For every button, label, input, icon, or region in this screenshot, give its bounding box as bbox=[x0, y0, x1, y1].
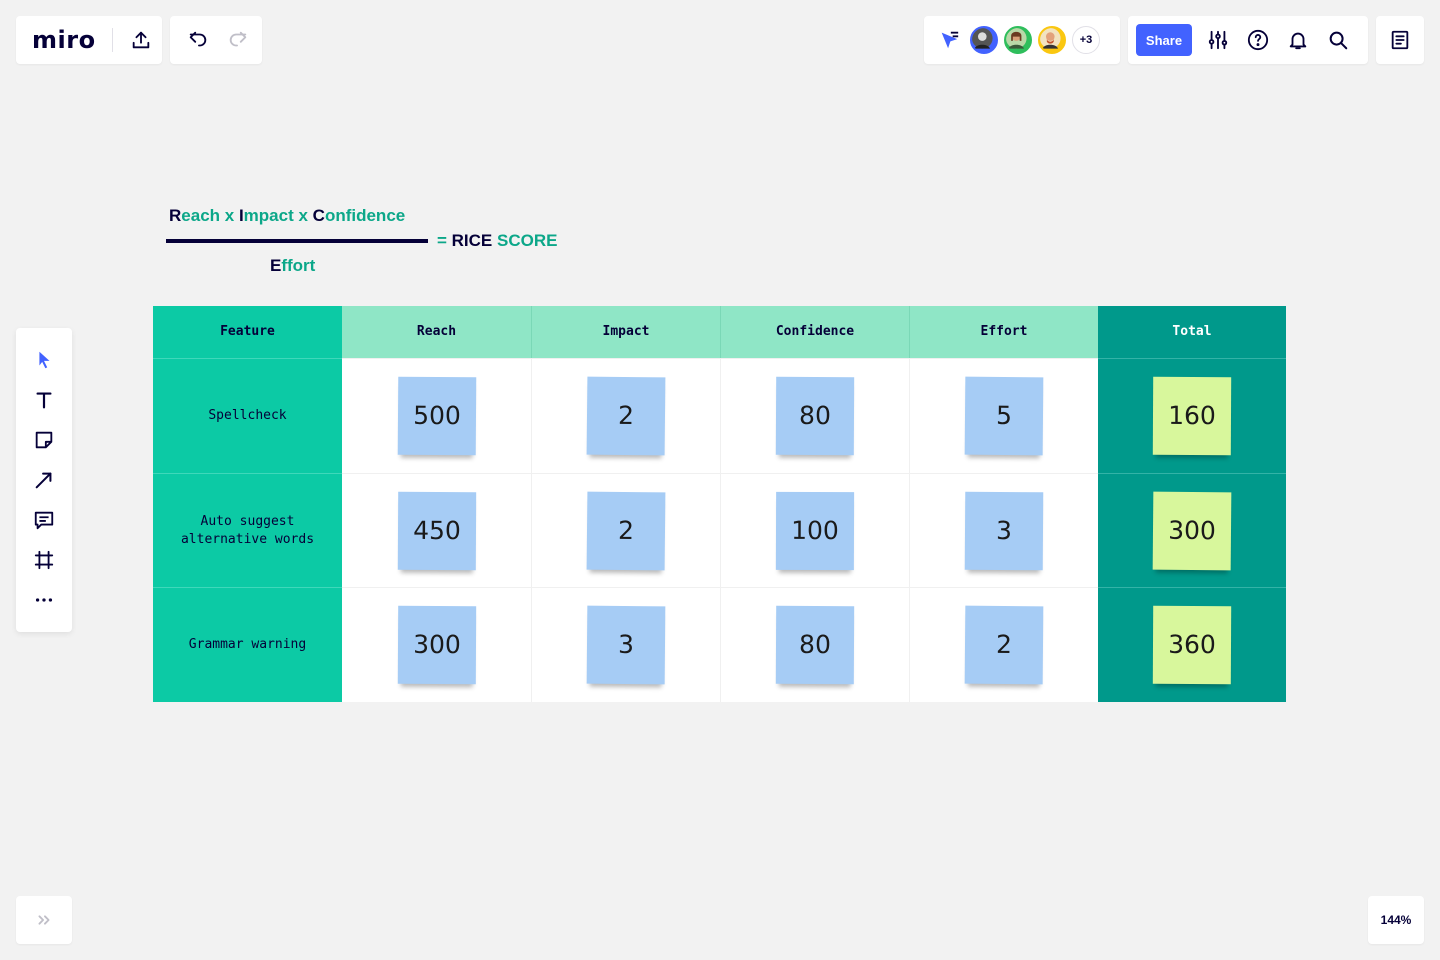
more-collaborators-badge[interactable]: +3 bbox=[1072, 26, 1100, 54]
confidence-cell: 80 bbox=[720, 587, 909, 702]
reach-cell: 500 bbox=[342, 358, 531, 473]
expand-panel bbox=[16, 896, 72, 944]
impact-cell: 2 bbox=[531, 358, 720, 473]
total-cell: 160 bbox=[1098, 358, 1286, 473]
formula-text-run: onfidence bbox=[324, 206, 406, 225]
formula-text-run: each x bbox=[181, 206, 239, 225]
search-icon[interactable] bbox=[1318, 20, 1358, 60]
sticky-note[interactable]: 500 bbox=[397, 376, 476, 456]
header-effort[interactable]: Effort bbox=[909, 306, 1098, 358]
comment-icon[interactable] bbox=[24, 500, 64, 540]
header-confidence[interactable]: Confidence bbox=[720, 306, 909, 358]
sticky-note[interactable]: 2 bbox=[964, 605, 1044, 685]
undo-icon[interactable] bbox=[178, 20, 218, 60]
follow-cursor-icon[interactable] bbox=[934, 20, 964, 60]
avatar[interactable] bbox=[1038, 26, 1066, 54]
sticky-note[interactable]: 2 bbox=[586, 376, 666, 456]
formula-fraction-line bbox=[166, 239, 428, 243]
left-toolbar bbox=[16, 328, 72, 632]
notifications-bell-icon[interactable] bbox=[1278, 20, 1318, 60]
confidence-cell: 100 bbox=[720, 473, 909, 587]
feature-cell[interactable]: Grammar warning bbox=[153, 587, 342, 702]
redo-icon[interactable] bbox=[218, 20, 258, 60]
formula-text-run: mpact x bbox=[243, 206, 313, 225]
zoom-panel: 144% bbox=[1368, 896, 1424, 944]
settings-sliders-icon[interactable] bbox=[1198, 20, 1238, 60]
effort-cell: 3 bbox=[909, 473, 1098, 587]
arrow-connector-icon[interactable] bbox=[24, 460, 64, 500]
formula-result[interactable]: = RICE SCORE bbox=[437, 231, 557, 251]
formula-text-run: ffort bbox=[281, 256, 316, 275]
header-reach[interactable]: Reach bbox=[342, 306, 531, 358]
reach-cell: 300 bbox=[342, 587, 531, 702]
reach-cell: 450 bbox=[342, 473, 531, 587]
rice-table: Feature Reach Impact Confidence Effort T… bbox=[153, 306, 1286, 702]
sticky-note[interactable]: 100 bbox=[775, 491, 855, 570]
impact-cell: 3 bbox=[531, 587, 720, 702]
logo-panel: miro bbox=[16, 16, 162, 64]
sticky-note[interactable]: 3 bbox=[586, 605, 666, 685]
feature-cell[interactable]: Auto suggest alternative words bbox=[153, 473, 342, 587]
sticky-note[interactable]: 300 bbox=[1152, 491, 1232, 570]
undo-redo-panel bbox=[170, 16, 262, 64]
header-feature[interactable]: Feature bbox=[153, 306, 342, 358]
formula-numerator[interactable]: Reach x Impact x Confidence bbox=[169, 206, 405, 226]
sticky-note[interactable]: 450 bbox=[397, 491, 476, 570]
sticky-note[interactable]: 300 bbox=[397, 605, 476, 685]
export-icon[interactable] bbox=[121, 20, 161, 60]
formula-denominator[interactable]: Effort bbox=[270, 256, 315, 276]
total-cell: 360 bbox=[1098, 587, 1286, 702]
text-tool-icon[interactable] bbox=[24, 380, 64, 420]
sticky-note[interactable]: 3 bbox=[964, 491, 1044, 570]
frame-tool-icon[interactable] bbox=[24, 540, 64, 580]
formula-text-run: SCORE bbox=[497, 231, 558, 250]
effort-cell: 5 bbox=[909, 358, 1098, 473]
formula-text-run: E bbox=[270, 256, 282, 275]
expand-chevrons-icon[interactable] bbox=[24, 900, 64, 940]
avatar[interactable] bbox=[970, 26, 998, 54]
sticky-note[interactable]: 5 bbox=[964, 376, 1044, 456]
share-button[interactable]: Share bbox=[1136, 24, 1192, 56]
avatar[interactable] bbox=[1004, 26, 1032, 54]
share-panel: Share bbox=[1128, 16, 1368, 64]
sticky-note-icon[interactable] bbox=[24, 420, 64, 460]
total-cell: 300 bbox=[1098, 473, 1286, 587]
impact-cell: 2 bbox=[531, 473, 720, 587]
formula-text-run: RICE bbox=[451, 231, 497, 250]
formula-text-run: = bbox=[437, 231, 452, 250]
zoom-level[interactable]: 144% bbox=[1381, 913, 1412, 927]
sticky-note[interactable]: 360 bbox=[1152, 605, 1232, 685]
feature-cell[interactable]: Spellcheck bbox=[153, 358, 342, 473]
header-impact[interactable]: Impact bbox=[531, 306, 720, 358]
confidence-cell: 80 bbox=[720, 358, 909, 473]
sticky-note[interactable]: 80 bbox=[775, 376, 855, 456]
divider bbox=[111, 28, 113, 52]
effort-cell: 2 bbox=[909, 587, 1098, 702]
formula-text-run: R bbox=[169, 206, 182, 225]
help-icon[interactable] bbox=[1238, 20, 1278, 60]
sticky-note[interactable]: 2 bbox=[586, 491, 666, 570]
header-total[interactable]: Total bbox=[1098, 306, 1286, 358]
miro-logo[interactable]: miro bbox=[32, 26, 96, 54]
board-menu-panel bbox=[1376, 16, 1424, 64]
sticky-note[interactable]: 160 bbox=[1152, 376, 1232, 456]
collaborators-panel: +3 bbox=[924, 16, 1120, 64]
more-tools-icon[interactable] bbox=[24, 580, 64, 620]
board-notes-icon[interactable] bbox=[1380, 20, 1420, 60]
select-cursor-icon[interactable] bbox=[24, 340, 64, 380]
formula-text-run: C bbox=[312, 206, 325, 225]
sticky-note[interactable]: 80 bbox=[775, 605, 855, 685]
